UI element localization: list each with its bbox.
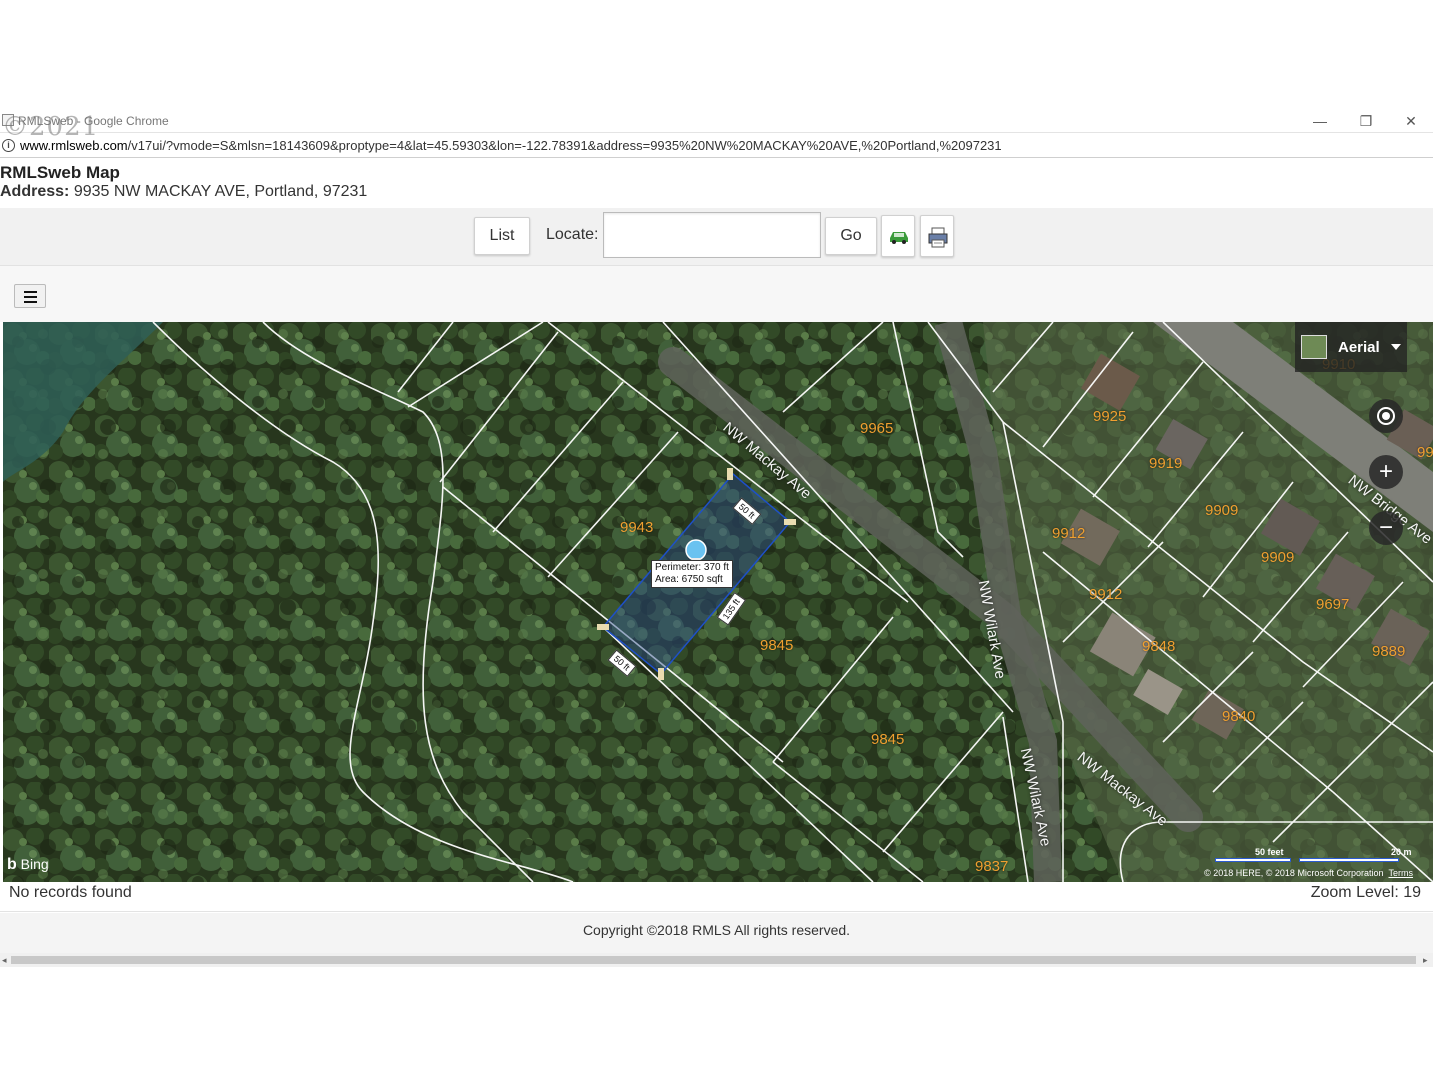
- zoom-level: Zoom Level: 19: [1310, 884, 1421, 901]
- map-subbar: [0, 266, 1433, 322]
- scroll-left-icon[interactable]: ◂: [2, 955, 7, 966]
- minimize-button[interactable]: —: [1310, 111, 1330, 131]
- area-text: Area: 6750 sqft: [655, 574, 723, 585]
- lot-label: 9848: [1142, 638, 1176, 655]
- perimeter-text: Perimeter: 370 ft: [655, 562, 729, 573]
- status-bar: No records found Zoom Level: 19: [0, 882, 1433, 912]
- bing-logo: b Bing: [7, 856, 49, 873]
- scale-meters-label: 20 m: [1391, 847, 1412, 857]
- scale-feet-label: 50 feet: [1255, 847, 1284, 857]
- scroll-right-icon[interactable]: ▸: [1423, 955, 1428, 966]
- go-button[interactable]: Go: [825, 217, 877, 255]
- lot-label: 9919: [1149, 455, 1183, 472]
- map-imagery: [3, 322, 1433, 882]
- page-title: RMLSweb Map: [0, 163, 120, 182]
- hamburger-icon: [24, 291, 37, 293]
- lot-label: 9925: [1093, 408, 1127, 425]
- lot-label: 9840: [1222, 708, 1256, 725]
- lot-label: 9845: [871, 731, 905, 748]
- lot-label: 9837: [975, 858, 1009, 875]
- locate-label: Locate:: [546, 226, 599, 243]
- lot-label: 9943: [620, 519, 654, 536]
- menu-button[interactable]: [14, 284, 46, 308]
- lot-label: 9912: [1052, 525, 1086, 542]
- aerial-map[interactable]: 9910 9925 9965 9919 9909 9943 9912 9909 …: [3, 322, 1433, 882]
- url-path: /v17ui/?vmode=S&mlsn=18143609&proptype=4…: [127, 138, 1002, 153]
- minus-icon: −: [1378, 514, 1393, 541]
- watermark: ©2021: [2, 112, 100, 142]
- close-window-button[interactable]: ✕: [1401, 111, 1421, 131]
- window-titlebar: RMLSweb - Google Chrome — ❐ ✕: [0, 109, 1433, 133]
- list-button[interactable]: List: [474, 217, 530, 255]
- print-button[interactable]: [920, 215, 954, 257]
- map-type-selector[interactable]: Aerial: [1295, 322, 1407, 372]
- lot-label: 9909: [1261, 549, 1295, 566]
- zoom-out-button[interactable]: −: [1369, 511, 1403, 545]
- lot-label: 9845: [760, 637, 794, 654]
- address-value: 9935 NW MACKAY AVE, Portland, 97231: [73, 183, 368, 200]
- locate-input[interactable]: [603, 212, 821, 258]
- restore-button[interactable]: ❐: [1356, 111, 1376, 131]
- scroll-thumb[interactable]: [11, 956, 1416, 964]
- url-text[interactable]: www.rmlsweb.com/v17ui/?vmode=S&mlsn=1814…: [20, 138, 1002, 153]
- zoom-in-button[interactable]: +: [1369, 455, 1403, 489]
- lot-label: 9697: [1316, 596, 1350, 613]
- screen: ©2021 RMLSweb - Google Chrome — ❐ ✕ i ww…: [0, 0, 1433, 1074]
- scale-bar-meters: [1299, 858, 1399, 862]
- locate-me-button[interactable]: [1369, 399, 1403, 433]
- terms-link[interactable]: Terms: [1389, 868, 1414, 878]
- lot-label: 9965: [860, 420, 894, 437]
- footer-copyright: Copyright ©2018 RMLS All rights reserved…: [582, 922, 851, 938]
- map-copyright: © 2018 HERE, © 2018 Microsoft Corporatio…: [1204, 868, 1413, 878]
- address-bar[interactable]: i www.rmlsweb.com/v17ui/?vmode=S&mlsn=18…: [0, 134, 1433, 158]
- map-type-label: Aerial: [1338, 339, 1380, 356]
- plus-icon: +: [1378, 458, 1393, 485]
- chevron-down-icon: [1391, 344, 1401, 350]
- printer-icon: [928, 227, 948, 248]
- measurement-popup: Perimeter: 370 ft Area: 6750 sqft: [651, 560, 733, 588]
- address-label: Address:: [0, 183, 70, 200]
- lot-label: 9909: [1205, 502, 1239, 519]
- lot-label: 99: [1417, 444, 1433, 461]
- aerial-thumbnail-icon: [1301, 335, 1327, 359]
- directions-button[interactable]: [881, 215, 915, 257]
- address-line: Address: 9935 NW MACKAY AVE, Portland, 9…: [0, 183, 367, 201]
- records-status: No records found: [9, 884, 132, 901]
- horizontal-scrollbar[interactable]: ◂ ▸: [0, 953, 1433, 967]
- lot-label: 9912: [1089, 586, 1123, 603]
- page-footer: Copyright ©2018 RMLS All rights reserved…: [0, 913, 1433, 953]
- map-toolbar: List Locate: Go: [0, 208, 1433, 266]
- lot-label: 9889: [1372, 643, 1406, 660]
- car-icon: [890, 232, 908, 244]
- scale-bar-feet: [1215, 858, 1291, 862]
